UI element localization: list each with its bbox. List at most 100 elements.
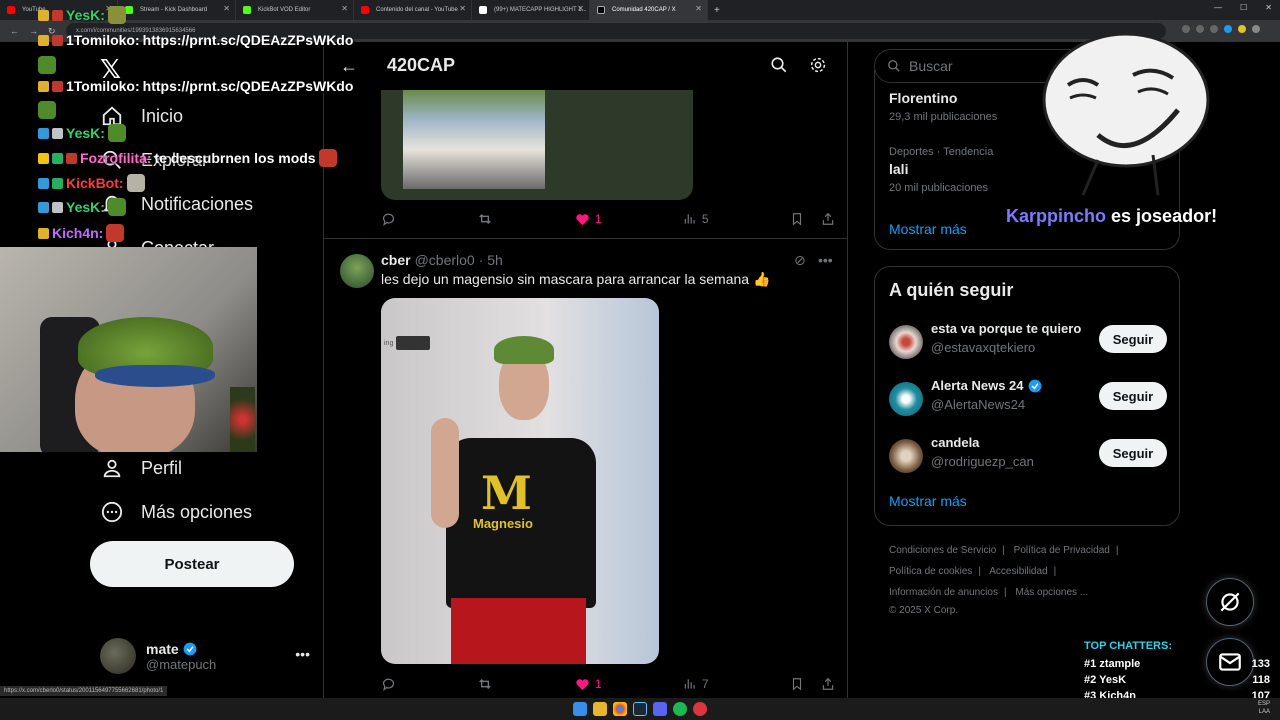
tab-kickbot[interactable]: KickBot VOD Editor ✕ [236, 0, 354, 20]
grok-icon[interactable]: ⊘ [794, 252, 806, 269]
author-name[interactable]: cber [381, 252, 411, 268]
discord-icon[interactable] [653, 702, 667, 716]
follow-button[interactable]: Seguir [1099, 439, 1167, 467]
grok-button[interactable] [1206, 578, 1254, 626]
more-dots-icon[interactable]: ••• [818, 252, 833, 268]
new-tab-button[interactable]: + [714, 5, 720, 16]
more-dots-icon[interactable]: ••• [295, 646, 310, 662]
nav-label: Inicio [141, 105, 184, 126]
top-chatter-row: #1 ztample 133 [1084, 656, 1270, 672]
browser-tab-bar: YouTube✕ Stream - Kick Dashboard✕ KickBo… [0, 0, 1280, 20]
close-icon[interactable]: ✕ [459, 4, 466, 13]
suggestion-handle: @estavaxqtekiero [931, 340, 1036, 355]
follow-suggestion[interactable]: Alerta News 24 @AlertaNews24 Seguir [889, 378, 1167, 422]
section-title: A quién seguir [889, 280, 1014, 300]
chatter-rank: #1 [1084, 658, 1097, 670]
reply-button[interactable] [381, 677, 396, 692]
share-icon[interactable] [821, 677, 835, 691]
photo[interactable] [403, 90, 545, 189]
windows-start-icon[interactable] [573, 702, 587, 716]
avatar[interactable] [340, 254, 374, 288]
browser-status-url: https://x.com/cberlo0/status/20011564977… [0, 686, 168, 696]
like-button[interactable]: 1 [575, 677, 602, 692]
tab-label: Stream - Kick Dashboard [140, 7, 208, 13]
follow-suggestion[interactable]: esta va porque te quiero @estavaxqtekier… [889, 321, 1167, 365]
steam-icon[interactable] [633, 702, 647, 716]
footer-link[interactable]: Información de anuncios [889, 587, 998, 598]
menu-icon[interactable] [1252, 25, 1260, 33]
tab-tiktok[interactable]: (99+) MATECAPP HIGHLIGHT 1... ✕ [472, 0, 590, 20]
repost-button[interactable] [477, 676, 493, 692]
divider [324, 238, 847, 239]
meme-caption: Karppincho es joseador! [1006, 206, 1217, 227]
top-chatter-row: #2 YesK 118 [1084, 672, 1270, 688]
reply-button[interactable] [381, 212, 396, 227]
like-button[interactable]: 1 [575, 212, 602, 227]
footer-link[interactable]: Condiciones de Servicio [889, 545, 996, 556]
footer-link[interactable]: Política de Privacidad [1014, 545, 1110, 556]
follow-suggestion[interactable]: candela @rodriguezp_can Seguir [889, 435, 1167, 479]
back-nav-icon[interactable]: ← [10, 26, 19, 36]
account-switcher[interactable]: mate @matepuch ••• [100, 638, 310, 674]
suggestion-name-row: Alerta News 24 [931, 378, 1042, 393]
tab-kick-dashboard[interactable]: Stream - Kick Dashboard ✕ [118, 0, 236, 20]
chat-text: https://prnt.sc/QDEAzZPsWKdo [142, 32, 354, 48]
chatter-name: YesK [1099, 674, 1127, 686]
spotify-icon[interactable] [673, 702, 687, 716]
trend-category: Deportes · Tendencia [889, 146, 994, 158]
trend-name[interactable]: Florentino [889, 90, 957, 106]
suggestion-handle: @AlertaNews24 [931, 397, 1026, 412]
repost-button[interactable] [477, 211, 493, 227]
author-handle[interactable]: @cberlo0 [415, 252, 475, 268]
language-indicator[interactable]: ESP [1258, 700, 1270, 708]
photo-logo: M [481, 466, 532, 520]
nav-item-more[interactable]: Más opciones [100, 500, 252, 524]
show-more-link[interactable]: Mostrar más [889, 493, 967, 509]
tab-youtube-content[interactable]: Contenido del canal - YouTube ✕ [354, 0, 472, 20]
file-explorer-icon[interactable] [593, 702, 607, 716]
follow-button[interactable]: Seguir [1099, 382, 1167, 410]
bookmark-icon[interactable] [790, 212, 804, 226]
chat-emote-line [38, 56, 56, 74]
extension-icon[interactable] [1238, 25, 1246, 33]
post-button[interactable]: Postear [90, 541, 294, 587]
more-circle-icon [100, 500, 124, 524]
chat-user: 1Tomiloko: [66, 78, 140, 94]
footer-link[interactable]: Más opciones ... [1015, 587, 1088, 598]
follow-button[interactable]: Seguir [1099, 325, 1167, 353]
search-icon[interactable] [770, 56, 788, 79]
post-actions: 1 7 [381, 674, 835, 694]
chat-message: Fozrofilita: te descubrnen los mods [38, 149, 337, 167]
views-button[interactable]: 5 [683, 212, 709, 226]
chrome-icon[interactable] [613, 702, 627, 716]
nav-item-profile[interactable]: Perfil [100, 456, 182, 480]
footer-row: Condiciones de Servicio | Política de Pri… [889, 545, 1119, 556]
share-icon[interactable] [821, 212, 835, 226]
close-icon[interactable]: ✕ [695, 4, 702, 13]
app-icon[interactable] [693, 702, 707, 716]
views-button[interactable]: 7 [683, 677, 709, 691]
forward-nav-icon[interactable]: → [29, 26, 38, 36]
bookmark-icon[interactable] [790, 677, 804, 691]
close-icon[interactable]: ✕ [341, 4, 348, 13]
close-icon[interactable]: ✕ [223, 4, 230, 13]
show-more-link[interactable]: Mostrar más [889, 221, 967, 237]
trend-name[interactable]: lali [889, 161, 908, 177]
minimize-button[interactable]: — [1214, 3, 1222, 12]
photo-shirt-text: Magnesio [473, 516, 533, 531]
back-arrow-icon[interactable]: ← [340, 56, 358, 77]
previous-post-media[interactable] [381, 90, 693, 200]
extension-icon[interactable] [1224, 25, 1232, 33]
gear-icon[interactable] [809, 56, 827, 79]
view-count: 7 [701, 677, 709, 691]
tab-label: KickBot VOD Editor [258, 7, 311, 13]
maximize-button[interactable]: ☐ [1240, 3, 1247, 12]
footer-link[interactable]: Accesibilidad [989, 566, 1047, 577]
close-window-button[interactable]: ✕ [1265, 3, 1272, 12]
close-icon[interactable]: ✕ [577, 4, 584, 13]
footer-link[interactable]: Política de cookies [889, 566, 972, 577]
post-photo[interactable]: ing M Magnesio [381, 298, 659, 664]
post-time[interactable]: · 5h [479, 252, 503, 268]
tab-x-community[interactable]: Comunidad 420CAP / X ✕ [590, 0, 708, 20]
chatter-count: 118 [1252, 674, 1270, 686]
